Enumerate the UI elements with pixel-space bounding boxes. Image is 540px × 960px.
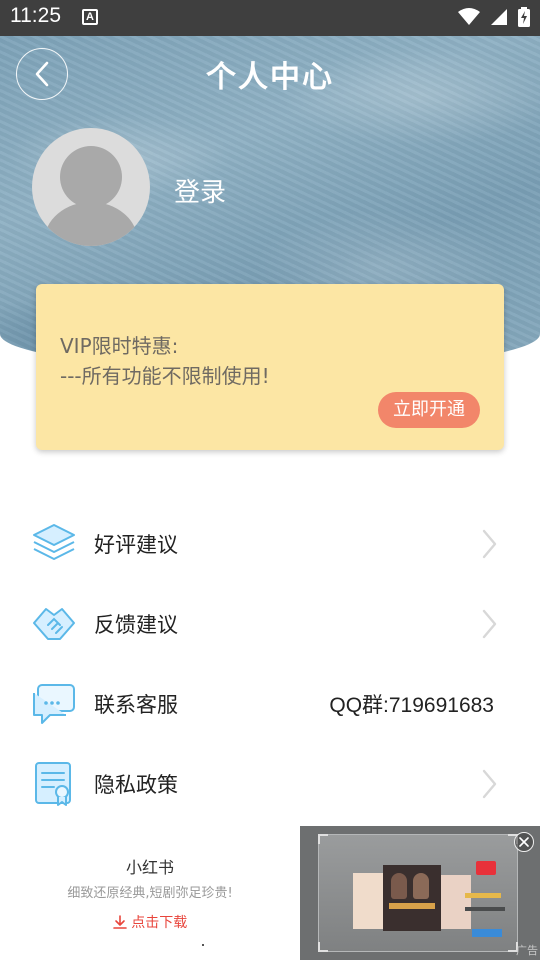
poster-figure <box>413 873 429 899</box>
chat-bubble-icon <box>33 684 75 724</box>
wifi-icon <box>458 8 480 25</box>
status-bar: 11:25 A <box>0 0 540 36</box>
status-icons <box>458 7 530 27</box>
layers-icon <box>33 524 75 560</box>
poster-title-bar <box>389 903 435 909</box>
avatar-head-shape <box>60 146 122 208</box>
frame-corner <box>318 834 328 844</box>
menu-item-label: 反馈建议 <box>94 613 178 637</box>
login-link[interactable]: 登录 <box>174 172 226 209</box>
ad-download-label: 点击下载 <box>131 915 188 931</box>
ad-rating-stars <box>465 893 501 898</box>
vip-title: VIP限时特惠: <box>60 334 179 358</box>
ad-indicator-dot <box>202 944 204 946</box>
ad-app-logo <box>476 861 496 875</box>
page-title: 个人中心 <box>206 60 334 95</box>
chevron-right-icon <box>482 609 497 639</box>
download-icon <box>112 915 127 929</box>
avatar-body-shape <box>44 202 138 246</box>
ad-poster-right <box>437 875 471 929</box>
status-time: 11:25 <box>10 4 61 27</box>
ad-poster-center <box>383 865 441 931</box>
notification-icon: A <box>82 9 98 25</box>
ad-app-name: 小红书 <box>125 858 174 877</box>
ad-text-line <box>465 907 505 911</box>
vip-promo-card: VIP限时特惠: ---所有功能不限制使用! 立即开通 <box>36 284 504 450</box>
signal-icon <box>491 9 507 25</box>
avatar[interactable] <box>32 128 150 246</box>
ad-banner-image[interactable]: 广告 <box>300 826 540 960</box>
menu-item-label: 好评建议 <box>94 533 178 557</box>
poster-figure <box>391 873 407 899</box>
ad-close-button[interactable] <box>514 832 534 852</box>
vip-subtitle: ---所有功能不限制使用! <box>60 364 270 388</box>
menu-item-label: 隐私政策 <box>94 773 178 797</box>
qq-group-number: QQ群:719691683 <box>329 694 494 717</box>
chevron-right-icon <box>482 769 497 799</box>
ad-description: 细致还原经典,短剧弥足珍贵! <box>67 886 233 901</box>
handshake-icon <box>33 608 75 640</box>
menu-item-review[interactable]: 好评建议 <box>0 505 540 585</box>
menu-item-customer-service[interactable]: 联系客服 QQ群:719691683 <box>0 665 540 745</box>
ad-label: 广告 <box>516 944 538 957</box>
frame-corner <box>318 942 328 952</box>
chevron-right-icon <box>482 529 497 559</box>
menu-item-feedback[interactable]: 反馈建议 <box>0 585 540 665</box>
ad-banner-text[interactable]: 小红书 细致还原经典,短剧弥足珍贵! 点击下载 <box>0 826 300 960</box>
menu-item-privacy-policy[interactable]: 隐私政策 <box>0 745 540 825</box>
ad-download-link[interactable]: 点击下载 <box>0 912 300 932</box>
close-icon <box>519 837 529 847</box>
ad-cta-button <box>472 929 502 937</box>
vip-activate-button[interactable]: 立即开通 <box>378 392 480 428</box>
menu-item-label: 联系客服 <box>94 693 178 717</box>
battery-charging-icon <box>518 7 530 27</box>
ad-screenshot-frame <box>318 834 518 952</box>
ad-poster-left <box>353 873 387 929</box>
certificate-icon <box>35 762 71 806</box>
